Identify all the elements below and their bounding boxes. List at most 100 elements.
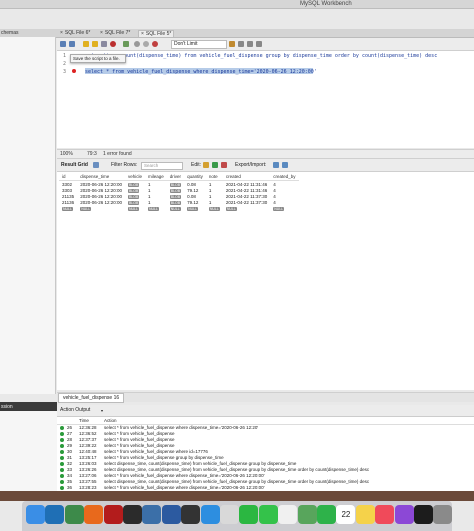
photos-icon[interactable] (278, 505, 298, 524)
virtualbox-icon[interactable] (161, 505, 181, 524)
podcasts-icon[interactable] (394, 505, 414, 524)
table-cell[interactable]: NULL (125, 205, 145, 211)
table-row[interactable]: 3302 2020-06-26 12:20:00 BLOB 1 BLOB 0.0… (59, 181, 299, 188)
code-line-selected[interactable]: select * from vehicle_fuel_dispense wher… (85, 69, 317, 75)
action-output: Time Action 26 12:36:28 select * from vehi… (57, 417, 474, 491)
column-header[interactable]: created (222, 173, 271, 181)
obs-icon[interactable] (181, 505, 201, 524)
music-icon[interactable] (375, 505, 395, 524)
table-cell[interactable]: NULL (59, 205, 77, 211)
column-header[interactable]: mileage (145, 173, 167, 181)
invisible-chars-icon[interactable] (247, 41, 253, 47)
error-count: 1 error found (103, 151, 132, 157)
save-file-icon[interactable] (69, 41, 75, 47)
finder-icon[interactable] (26, 505, 45, 524)
terminal-icon[interactable] (123, 505, 142, 524)
table-cell[interactable]: 2021-04-22 11:31:46 (223, 181, 270, 188)
import-icon[interactable] (282, 162, 288, 168)
close-icon[interactable]: × (100, 30, 103, 36)
table-cell[interactable]: 2021-04-22 11:37:30 (223, 193, 270, 199)
error-marker-icon[interactable] (72, 69, 76, 73)
tab-sql-file-5[interactable]: × SQL File 5* (138, 30, 175, 37)
result-grid-label[interactable]: Result Grid (61, 162, 88, 168)
table-row[interactable]: 3303 2020-06-26 12:20:00 BLOB 1 BLOB 79.… (59, 187, 299, 193)
calendar-icon[interactable]: 22 (336, 505, 356, 524)
column-header[interactable]: vehicle (124, 173, 145, 181)
safari-icon[interactable] (200, 505, 220, 524)
add-row-icon[interactable] (212, 162, 218, 168)
chevron-down-icon[interactable]: ▾ (101, 408, 103, 413)
beautify-icon[interactable] (229, 41, 235, 47)
table-row-new[interactable]: NULL NULL NULL NULL NULL NULL NULL NULL … (59, 205, 299, 211)
execute-current-icon[interactable] (92, 41, 98, 47)
table-cell[interactable]: NULL (167, 205, 184, 211)
system-preferences-icon[interactable] (433, 505, 453, 524)
export-import-label: Export/Import: (235, 162, 267, 168)
tab-result[interactable]: vehicle_fuel_dispense 16 (58, 393, 125, 403)
null-badge: NULL (187, 206, 199, 211)
column-header[interactable]: dispense_time (77, 173, 125, 181)
blob-badge: BLOB (169, 182, 182, 187)
open-file-icon[interactable] (60, 41, 66, 47)
table-cell[interactable]: NULL (206, 205, 223, 211)
filezilla-icon[interactable] (103, 505, 123, 524)
tab-label: SQL File 7* (104, 30, 131, 36)
stop-icon[interactable] (110, 41, 116, 47)
maps-icon[interactable] (297, 505, 317, 524)
tab-sql-file-7[interactable]: × SQL File 7* (98, 30, 132, 36)
output-selector[interactable]: Action Output (60, 407, 100, 413)
word-wrap-icon[interactable] (256, 41, 262, 47)
table-cell[interactable]: NULL (145, 205, 167, 211)
edit-row-icon[interactable] (203, 162, 209, 168)
column-header[interactable]: quantity (184, 173, 206, 181)
table-cell[interactable]: NULL (223, 205, 270, 211)
close-icon[interactable]: × (60, 30, 63, 36)
facetime-icon[interactable] (317, 505, 336, 524)
execute-icon[interactable] (83, 41, 89, 47)
commit-icon[interactable] (134, 41, 140, 47)
notes-icon[interactable] (355, 505, 375, 524)
explain-icon[interactable] (101, 41, 107, 47)
table-cell[interactable]: 2020-06-26 12:20:00 (77, 187, 125, 193)
table-cell[interactable]: NULL (77, 205, 125, 211)
filter-rows-input[interactable]: Search (141, 162, 183, 170)
column-header[interactable]: note (205, 173, 223, 181)
table-cell[interactable]: 2021-04-22 11:31:46 (223, 187, 270, 193)
table-cell[interactable]: 2020-06-26 12:20:00 (77, 193, 125, 199)
grid-icon[interactable] (93, 162, 99, 168)
window-titlebar: MySQL Workbench (0, 0, 474, 9)
find-icon[interactable] (238, 41, 244, 47)
firefox-icon[interactable] (84, 505, 104, 524)
export-icon[interactable] (273, 162, 279, 168)
table-cell[interactable]: NULL (270, 205, 298, 211)
toggle-error-icon[interactable] (123, 41, 129, 47)
table-cell[interactable]: NULL (184, 205, 206, 211)
table-cell[interactable]: 2020-06-26 12:20:00 (77, 181, 125, 188)
sql-editor[interactable]: 1 ect e_time, count(dispense_time) from … (57, 51, 474, 148)
close-icon[interactable]: × (141, 31, 144, 37)
desktop-strip (0, 491, 474, 501)
vscode-icon[interactable] (45, 505, 65, 524)
table-cell[interactable]: 2020-06-26 12:20:00 (77, 199, 125, 205)
mysql-workbench-icon[interactable] (142, 505, 162, 524)
table-row[interactable]: 21136 2020-06-26 12:20:00 BLOB 1 BLOB 79… (59, 199, 299, 205)
rollback-icon[interactable] (143, 41, 149, 47)
tv-icon[interactable] (414, 505, 433, 524)
whatsapp-icon[interactable] (239, 505, 259, 524)
chrome-icon[interactable] (220, 505, 239, 524)
messages-icon[interactable] (258, 505, 278, 524)
code-line[interactable]: ect e_time, count(dispense_time) from ve… (85, 53, 437, 59)
column-header[interactable]: id (59, 173, 78, 181)
table-cell[interactable]: 2021-04-22 11:37:30 (223, 199, 270, 205)
zoom-level[interactable]: 100% (60, 151, 73, 157)
column-header[interactable]: driver (166, 173, 185, 181)
result-grid[interactable]: id dispense_time vehicle mileage driver … (57, 172, 474, 390)
table-row[interactable]: 21135 2020-06-26 12:20:00 BLOB 1 BLOB 0.… (59, 193, 299, 199)
delete-row-icon[interactable] (221, 162, 227, 168)
tab-sql-file-6[interactable]: × SQL File 6* (58, 30, 92, 36)
column-header[interactable]: created_by (270, 173, 299, 181)
result-toolbar: Result Grid Filter Rows: Search Edit: Ex… (57, 159, 474, 172)
limit-rows-select[interactable]: Don't Limit (171, 40, 227, 49)
android-studio-icon[interactable] (64, 505, 84, 524)
autocommit-icon[interactable] (152, 41, 158, 47)
